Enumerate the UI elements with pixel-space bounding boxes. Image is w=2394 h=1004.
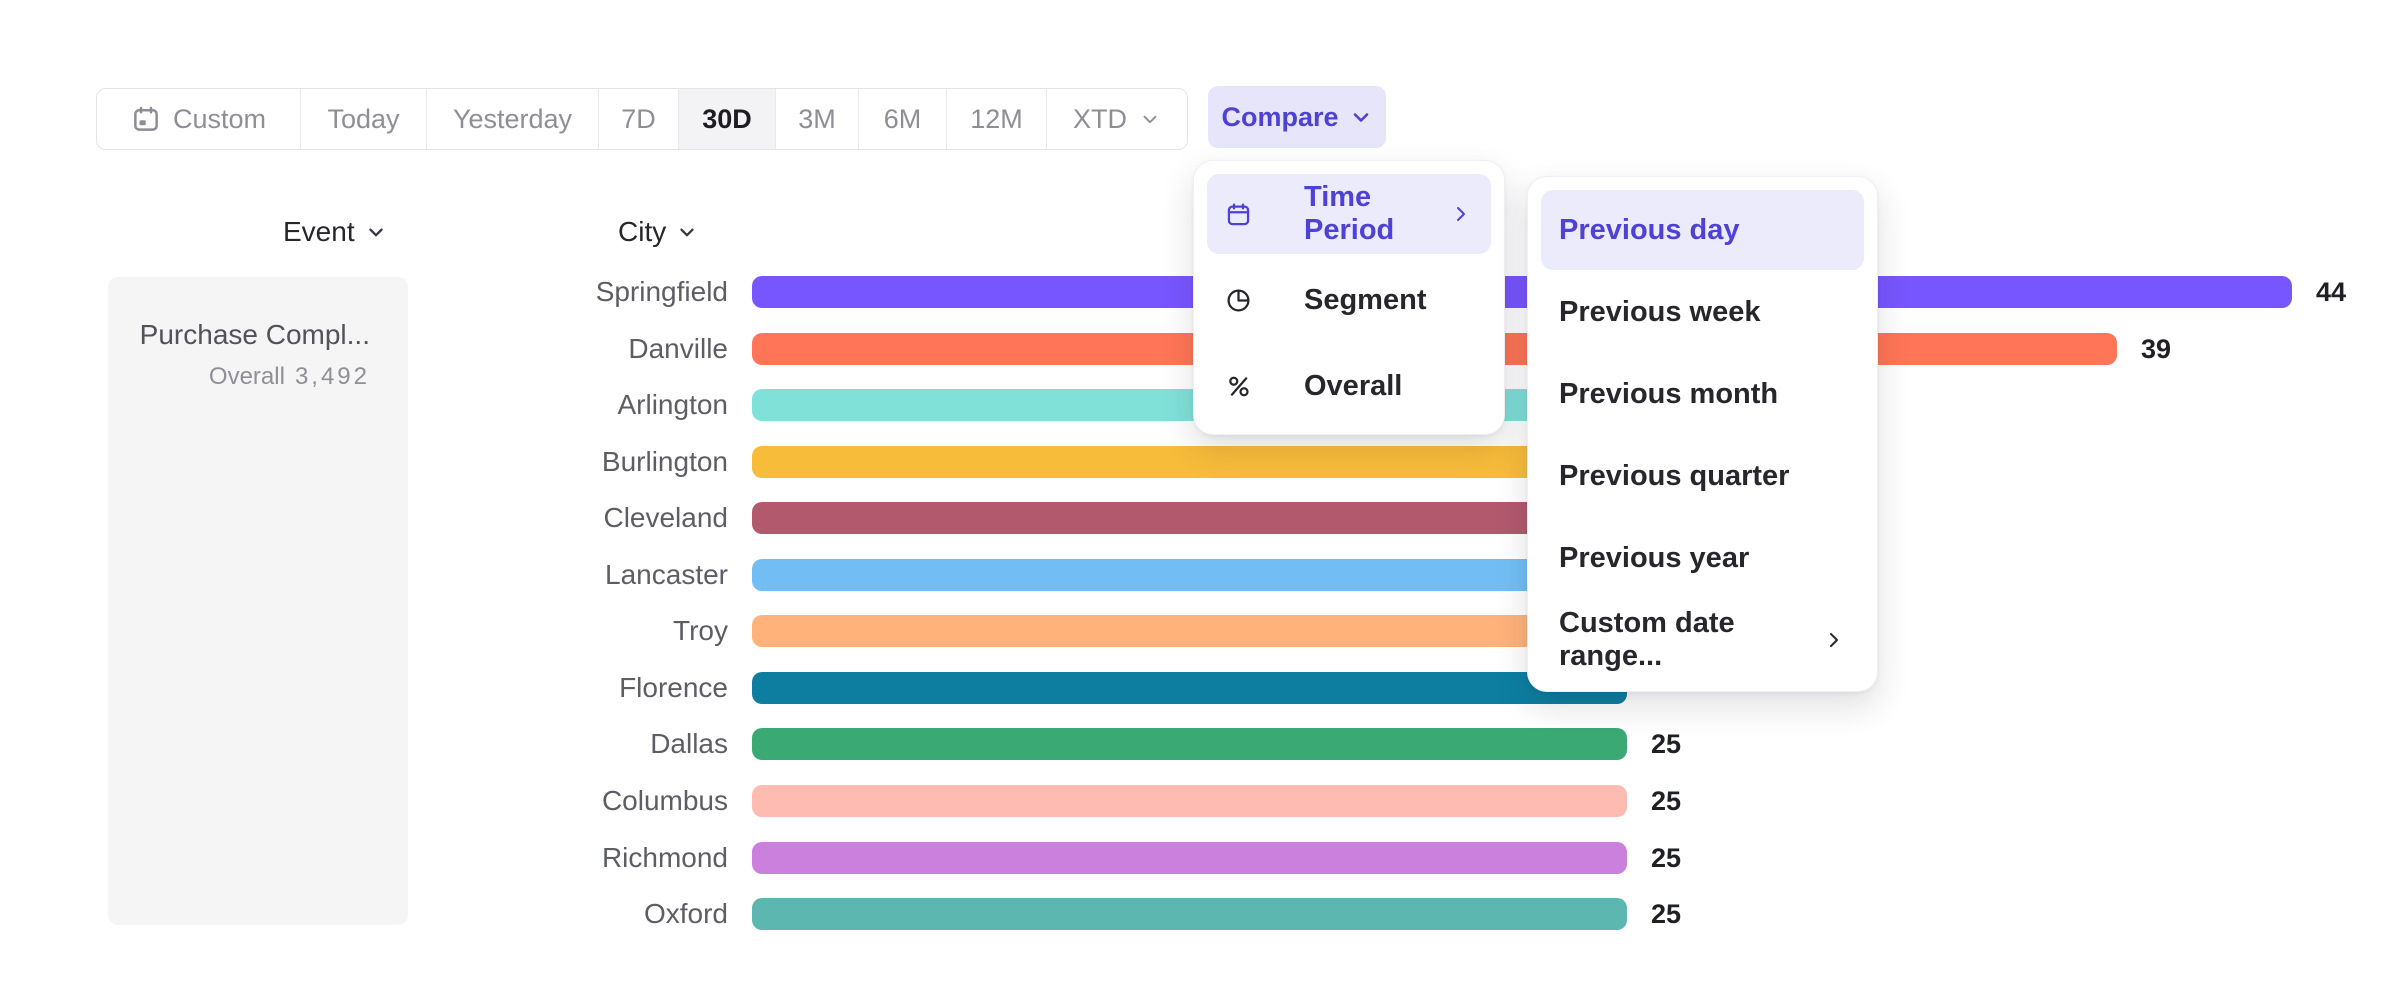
value-label: 44 — [2316, 264, 2346, 320]
city-label: Troy — [380, 603, 728, 659]
menu-item-previous-quarter[interactable]: Previous quarter — [1541, 436, 1864, 516]
chart-row-troy: Troy — [0, 603, 2394, 659]
chart-row-dallas: Dallas 25 — [0, 716, 2394, 772]
menu-item-custom-date-range[interactable]: Custom date range... — [1541, 600, 1864, 680]
bar-chart: Springfield 44 Danville 39 ArlingtonBurlingt… — [0, 0, 2394, 1004]
menu-item-label: Time Period — [1304, 181, 1397, 247]
city-label: Dallas — [380, 716, 728, 772]
bar-columbus[interactable] — [752, 785, 1627, 817]
chart-row-florence: Florence — [0, 660, 2394, 716]
value-label: 25 — [1651, 716, 1681, 772]
bar-oxford[interactable] — [752, 898, 1627, 930]
city-label: Cleveland — [380, 490, 728, 546]
calendar-icon — [1225, 201, 1252, 228]
chart-row-cleveland: Cleveland — [0, 490, 2394, 546]
menu-item-previous-day[interactable]: Previous day — [1541, 190, 1864, 270]
city-label: Oxford — [380, 886, 728, 942]
compare-menu: Time Period Segment Overall — [1193, 160, 1505, 435]
chart-row-columbus: Columbus 25 — [0, 773, 2394, 829]
bar-florence[interactable] — [752, 672, 1627, 704]
value-label: 25 — [1651, 830, 1681, 886]
menu-item-previous-week[interactable]: Previous week — [1541, 272, 1864, 352]
bar-richmond[interactable] — [752, 842, 1627, 874]
menu-item-label: Previous week — [1559, 296, 1761, 329]
city-label: Burlington — [380, 434, 728, 490]
bar-dallas[interactable] — [752, 728, 1627, 760]
city-label: Springfield — [380, 264, 728, 320]
menu-item-label: Overall — [1304, 370, 1402, 403]
value-label: 25 — [1651, 886, 1681, 942]
chevron-right-icon — [1449, 202, 1473, 226]
menu-item-segment[interactable]: Segment — [1207, 260, 1491, 340]
time-period-submenu: Previous day Previous week Previous month P… — [1527, 176, 1878, 692]
chart-row-burlington: Burlington — [0, 434, 2394, 490]
menu-item-label: Custom date range... — [1559, 607, 1822, 673]
city-label: Columbus — [380, 773, 728, 829]
menu-item-overall[interactable]: Overall — [1207, 346, 1491, 426]
menu-item-label: Previous quarter — [1559, 460, 1789, 493]
menu-item-label: Previous month — [1559, 378, 1778, 411]
chart-row-oxford: Oxford 25 — [0, 886, 2394, 942]
chart-row-lancaster: Lancaster — [0, 547, 2394, 603]
value-label: 25 — [1651, 773, 1681, 829]
menu-item-previous-year[interactable]: Previous year — [1541, 518, 1864, 598]
bar-troy[interactable] — [752, 615, 1662, 647]
menu-item-label: Previous year — [1559, 542, 1749, 575]
bar-springfield[interactable] — [752, 276, 2292, 308]
percent-icon — [1225, 373, 1252, 400]
city-label: Florence — [380, 660, 728, 716]
city-label: Arlington — [380, 377, 728, 433]
menu-item-time-period[interactable]: Time Period — [1207, 174, 1491, 254]
city-label: Richmond — [380, 830, 728, 886]
menu-item-previous-month[interactable]: Previous month — [1541, 354, 1864, 434]
menu-item-label: Previous day — [1559, 214, 1740, 247]
city-label: Danville — [380, 321, 728, 377]
value-label: 39 — [2141, 321, 2171, 377]
menu-item-label: Segment — [1304, 284, 1426, 317]
insights-report-canvas: CustomTodayYesterday7D30D3M6M12MXTD Comp… — [0, 0, 2394, 1004]
city-label: Lancaster — [380, 547, 728, 603]
segment-icon — [1225, 287, 1252, 314]
chart-row-richmond: Richmond 25 — [0, 830, 2394, 886]
chevron-right-icon — [1822, 628, 1846, 652]
